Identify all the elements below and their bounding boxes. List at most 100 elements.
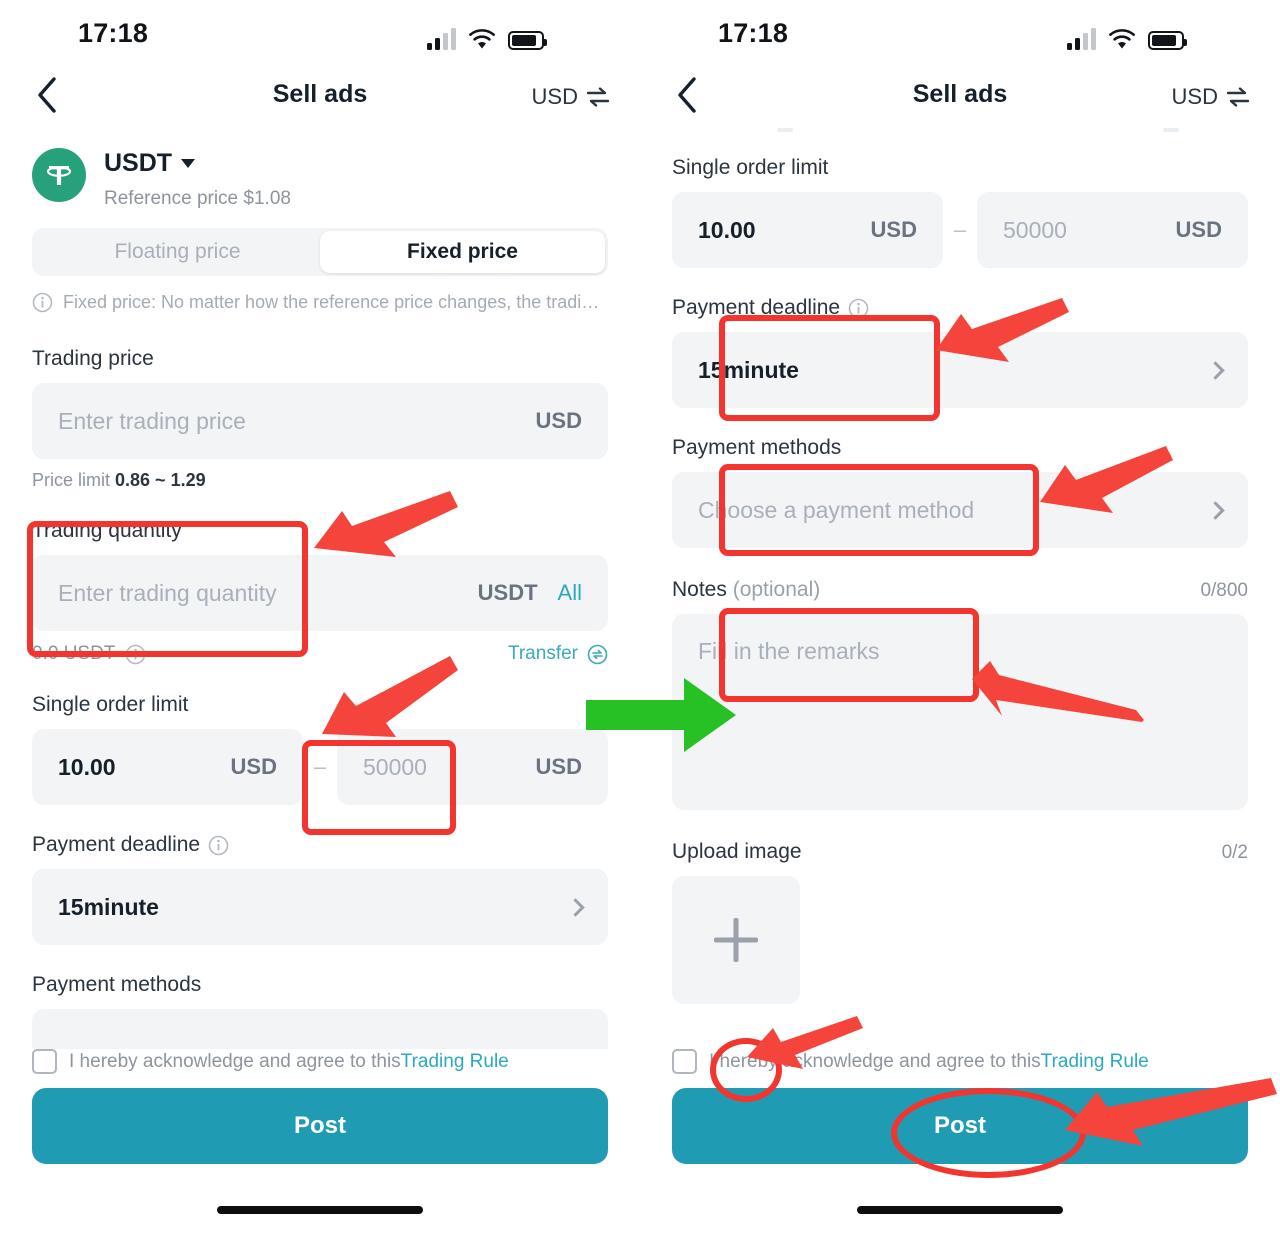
coin-symbol: USDT: [104, 149, 173, 177]
status-bar-icons: [427, 20, 547, 50]
wifi-icon: [1108, 28, 1136, 50]
upload-image-button[interactable]: [672, 876, 800, 1004]
order-limit-max-placeholder: 50000: [1003, 216, 1067, 243]
agree-text: I hereby acknowledge and agree to thisTr…: [69, 1051, 509, 1073]
home-indicator: [857, 1206, 1063, 1214]
cellular-signal-icon: [1067, 28, 1096, 50]
transfer-label: Transfer: [507, 643, 578, 664]
status-bar-time: 17:18: [718, 18, 789, 48]
single-order-limit-range: 10.00 USD – 50000 USD: [672, 192, 1248, 268]
right-form: Single order limit 10.00 USD – 50000 USD…: [640, 128, 1280, 1004]
order-limit-max-input[interactable]: 50000 USD: [977, 192, 1248, 268]
tab-fixed-price[interactable]: Fixed price: [320, 231, 605, 273]
price-limit-range: 0.86 ~ 1.29: [115, 470, 206, 490]
info-icon: [125, 644, 146, 665]
payment-methods-select[interactable]: Choose a payment method: [672, 472, 1248, 548]
upload-image-counter: 0/2: [1221, 842, 1248, 863]
fixed-price-hint-row: Fixed price: No matter how the reference…: [32, 292, 608, 313]
agree-row[interactable]: I hereby acknowledge and agree to thisTr…: [672, 1049, 1248, 1074]
post-button[interactable]: Post: [32, 1088, 608, 1164]
status-bar-icons: [1067, 20, 1187, 50]
transfer-button[interactable]: Transfer: [508, 643, 608, 665]
order-limit-max-placeholder: 50000: [363, 753, 427, 780]
single-order-limit-label: Single order limit: [672, 156, 829, 179]
order-limit-min-value: 10.00: [698, 216, 756, 243]
info-icon[interactable]: [208, 835, 229, 856]
battery-icon: [1148, 31, 1187, 50]
cellular-signal-icon: [427, 28, 456, 50]
coin-selector[interactable]: USDT Reference price $1.08: [32, 148, 608, 210]
order-limit-min-input[interactable]: 10.00 USD: [672, 192, 943, 268]
usdt-logo-icon: [32, 148, 86, 202]
agree-text-main: I hereby acknowledge and agree to this: [709, 1050, 1041, 1072]
left-footer: I hereby acknowledge and agree to thisTr…: [32, 1049, 608, 1164]
coin-symbol-row[interactable]: USDT: [104, 149, 291, 178]
order-limit-max-input[interactable]: 50000 USD: [337, 729, 608, 805]
payment-deadline-value: 15minute: [698, 356, 799, 383]
payment-deadline-select[interactable]: 15minute: [672, 332, 1248, 408]
price-mode-segmented-control[interactable]: Floating price Fixed price: [32, 228, 608, 276]
trading-quantity-label: Trading quantity: [32, 519, 182, 542]
notes-label-text: Notes: [672, 578, 733, 601]
range-separator: –: [313, 754, 327, 779]
trading-price-placeholder: Enter trading price: [58, 407, 246, 434]
post-button[interactable]: Post: [672, 1088, 1248, 1164]
notes-placeholder: Fill in the remarks: [698, 638, 880, 664]
info-icon: [32, 292, 53, 313]
order-limit-max-unit: USD: [1175, 217, 1222, 242]
swap-arrows-icon: [1226, 87, 1250, 107]
agree-text-main: I hereby acknowledge and agree to this: [69, 1050, 401, 1072]
battery-icon: [508, 31, 547, 50]
status-bar: 17:18: [640, 0, 1280, 66]
trading-quantity-unit: USDT: [477, 580, 538, 605]
payment-deadline-label-text: Payment deadline: [32, 833, 201, 856]
right-footer: I hereby acknowledge and agree to thisTr…: [672, 1049, 1248, 1164]
trading-rule-link[interactable]: Trading Rule: [1041, 1051, 1149, 1072]
price-limit-note: Price limit 0.86 ~ 1.29: [32, 470, 608, 491]
agree-text: I hereby acknowledge and agree to thisTr…: [709, 1051, 1149, 1073]
trading-price-unit: USD: [535, 408, 582, 433]
range-separator: –: [953, 217, 967, 242]
coin-info: USDT Reference price $1.08: [104, 148, 291, 210]
chevron-right-icon: [566, 897, 585, 917]
trading-quantity-input[interactable]: Enter trading quantity USDT All: [32, 555, 608, 631]
agree-row[interactable]: I hereby acknowledge and agree to thisTr…: [32, 1049, 608, 1074]
order-limit-min-input[interactable]: 10.00 USD: [32, 729, 303, 805]
single-order-limit-label: Single order limit: [32, 693, 189, 716]
trading-rule-link[interactable]: Trading Rule: [401, 1051, 509, 1072]
fixed-price-hint: Fixed price: No matter how the reference…: [63, 292, 600, 312]
payment-deadline-select[interactable]: 15minute: [32, 869, 608, 945]
available-balance: 0.0 USDT: [32, 643, 146, 665]
swap-arrows-icon: [586, 87, 610, 107]
upload-image-label: Upload image: [672, 840, 802, 863]
currency-switch-button[interactable]: USD: [1172, 84, 1250, 110]
order-limit-min-value: 10.00: [58, 753, 116, 780]
home-indicator: [217, 1206, 423, 1214]
agree-checkbox[interactable]: [672, 1049, 697, 1074]
left-phone-screen: 17:18 Sell ads USD USDT Reference price …: [0, 0, 640, 1236]
payment-methods-label: Payment methods: [672, 436, 842, 459]
notes-label: Notes (optional): [672, 578, 820, 602]
chevron-down-icon: [181, 159, 196, 168]
info-icon[interactable]: [848, 298, 869, 319]
nav-bar: Sell ads USD: [640, 66, 1280, 128]
notes-label-row: Notes (optional) 0/800: [672, 578, 1248, 602]
left-form: USDT Reference price $1.08 Floating pric…: [0, 148, 640, 1085]
payment-deadline-label: Payment deadline: [32, 833, 608, 857]
tab-floating-price[interactable]: Floating price: [35, 231, 320, 273]
chevron-right-icon: [1206, 500, 1225, 520]
trading-quantity-all-button[interactable]: All: [558, 580, 582, 606]
trading-price-input[interactable]: Enter trading price USD: [32, 383, 608, 459]
trading-quantity-placeholder: Enter trading quantity: [58, 579, 277, 606]
currency-label: USD: [1171, 84, 1218, 109]
wifi-icon: [468, 28, 496, 50]
status-bar: 17:18: [0, 0, 640, 66]
agree-checkbox[interactable]: [32, 1049, 57, 1074]
transfer-icon: [587, 644, 608, 665]
available-balance-value: 0.0 USDT: [32, 643, 116, 664]
currency-switch-button[interactable]: USD: [532, 84, 610, 110]
price-limit-prefix: Price limit: [32, 470, 116, 490]
notes-textarea[interactable]: Fill in the remarks: [672, 614, 1248, 810]
nav-bar: Sell ads USD: [0, 66, 640, 128]
single-order-limit-range: 10.00 USD – 50000 USD: [32, 729, 608, 805]
